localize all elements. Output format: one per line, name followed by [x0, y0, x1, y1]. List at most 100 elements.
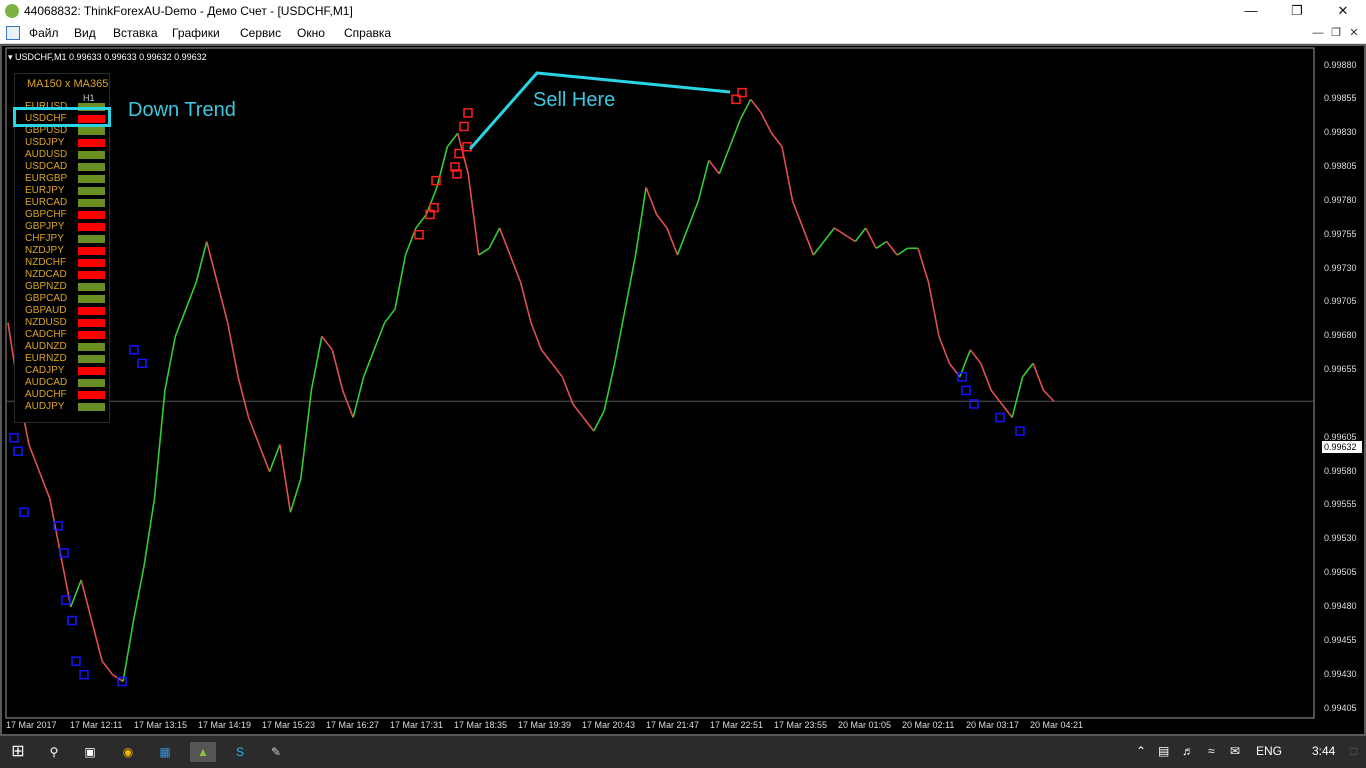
- price-segment: [1021, 362, 1034, 378]
- price-tick-label: 0.99880: [1324, 59, 1357, 70]
- price-segment: [415, 213, 428, 229]
- price-segment: [498, 227, 511, 256]
- usdchf-highlight-box: [13, 107, 111, 127]
- volume-icon[interactable]: ♬: [1182, 744, 1194, 758]
- price-segment: [551, 362, 564, 378]
- close-button[interactable]: ✕: [1320, 0, 1366, 22]
- trend-state-bar: [78, 235, 105, 243]
- pair-row-usdcad: USDCAD: [25, 161, 109, 172]
- pair-name: CHFJPY: [25, 233, 64, 244]
- pair-row-cadjpy: CADJPY: [25, 365, 109, 376]
- buy-signal-marker: [1015, 426, 1025, 436]
- trend-state-bar: [78, 139, 105, 147]
- price-segment: [216, 281, 229, 323]
- price-tick-label: 0.99655: [1324, 364, 1357, 375]
- pair-row-cadchf: CADCHF: [25, 329, 109, 340]
- trend-state-bar: [78, 367, 105, 375]
- notification-icon[interactable]: □: [1350, 744, 1357, 758]
- price-segment: [519, 281, 532, 323]
- price-segment: [990, 389, 1003, 405]
- price-segment: [268, 444, 281, 472]
- price-chart[interactable]: [2, 46, 1364, 734]
- price-segment: [143, 498, 156, 567]
- chart-collapse-icon[interactable]: ▾: [8, 52, 13, 62]
- message-icon[interactable]: ✉: [1230, 744, 1240, 758]
- chrome-icon[interactable]: ◉: [118, 742, 138, 762]
- pair-row-chfjpy: CHFJPY: [25, 233, 109, 244]
- pair-name: CADJPY: [25, 365, 65, 376]
- price-segment: [436, 146, 449, 188]
- sell-signal-marker: [463, 108, 473, 118]
- pair-name: GBPNZD: [25, 281, 67, 292]
- menu-view[interactable]: Вид: [74, 26, 96, 40]
- trend-state-bar: [78, 343, 105, 351]
- mdi-minimize-button[interactable]: —: [1310, 25, 1326, 41]
- price-segment: [300, 390, 313, 479]
- network-icon[interactable]: ▤: [1158, 744, 1169, 758]
- price-segment: [969, 349, 982, 364]
- pair-row-nzdjpy: NZDJPY: [25, 245, 109, 256]
- price-segment: [613, 309, 626, 364]
- trend-state-bar: [78, 151, 105, 159]
- menu-help[interactable]: Справка: [344, 26, 391, 40]
- mdi-close-button[interactable]: ✕: [1346, 25, 1362, 41]
- price-segment: [132, 566, 145, 621]
- price-segment: [289, 478, 302, 513]
- search-icon[interactable]: ⚲: [44, 742, 64, 762]
- price-segment: [331, 349, 344, 391]
- pair-row-usdjpy: USDJPY: [25, 137, 109, 148]
- chart-document-icon[interactable]: [6, 26, 20, 40]
- pair-name: GBPJPY: [25, 221, 65, 232]
- price-segment: [917, 248, 930, 283]
- price-tick-label: 0.99830: [1324, 127, 1357, 138]
- price-segment: [687, 200, 700, 229]
- menu-charts[interactable]: Графики: [172, 26, 220, 40]
- price-segment: [279, 444, 292, 513]
- paint-icon[interactable]: ✎: [266, 742, 286, 762]
- time-tick-label: 17 Mar 13:15: [134, 720, 188, 730]
- windows-start-icon[interactable]: ⊞: [8, 742, 28, 762]
- pair-name: AUDNZD: [25, 341, 67, 352]
- time-tick-label: 20 Mar 04:21: [1030, 720, 1084, 730]
- pair-name: GBPCAD: [25, 293, 68, 304]
- price-segment: [886, 241, 898, 256]
- price-segment: [896, 247, 908, 256]
- price-segment: [226, 322, 239, 378]
- pair-row-eurcad: EURCAD: [25, 197, 109, 208]
- skype-icon[interactable]: S: [230, 742, 250, 762]
- down-trend-annotation: Down Trend: [128, 99, 236, 121]
- menu-insert[interactable]: Вставка: [113, 26, 158, 40]
- pair-row-audusd: AUDUSD: [25, 149, 109, 160]
- trend-state-bar: [78, 403, 105, 411]
- title-bar: 44068832: ThinkForexAU-Demo - Демо Счет …: [0, 0, 1366, 22]
- restore-button[interactable]: ❐: [1274, 0, 1320, 22]
- price-tick-label: 0.99855: [1324, 93, 1357, 104]
- price-segment: [70, 579, 82, 608]
- mdi-restore-button[interactable]: ❐: [1328, 25, 1344, 41]
- price-segment: [478, 247, 490, 256]
- trend-state-bar: [78, 223, 105, 231]
- pair-name: USDCAD: [25, 161, 68, 172]
- metatrader-taskbar-icon[interactable]: ▲: [190, 742, 216, 762]
- metaeditor-icon[interactable]: ▦: [155, 742, 175, 762]
- minimize-button[interactable]: —: [1228, 0, 1274, 22]
- price-segment: [676, 227, 689, 256]
- buy-signal-marker: [995, 412, 1005, 423]
- show-hidden-icons-icon[interactable]: ⌃: [1136, 744, 1146, 758]
- price-segment: [938, 335, 951, 364]
- time-tick-label: 17 Mar 12:11: [70, 720, 123, 730]
- price-segment: [728, 119, 741, 148]
- menu-file[interactable]: Файл: [29, 26, 59, 40]
- menu-window[interactable]: Окно: [297, 26, 325, 40]
- trend-state-bar: [78, 127, 105, 135]
- language-indicator[interactable]: ENG: [1256, 744, 1282, 758]
- clock[interactable]: 3:44: [1312, 744, 1335, 758]
- menu-tools[interactable]: Сервис: [240, 26, 281, 40]
- chart-window[interactable]: ▾ USDCHF,M1 0.99633 0.99633 0.99632 0.99…: [0, 44, 1366, 736]
- sell-signal-marker: [459, 121, 469, 132]
- task-view-icon[interactable]: ▣: [80, 742, 100, 762]
- pair-row-gbpchf: GBPCHF: [25, 209, 109, 220]
- wifi-icon[interactable]: ≈: [1208, 744, 1215, 758]
- buy-signal-marker: [9, 433, 19, 443]
- chart-frame: [5, 47, 1315, 719]
